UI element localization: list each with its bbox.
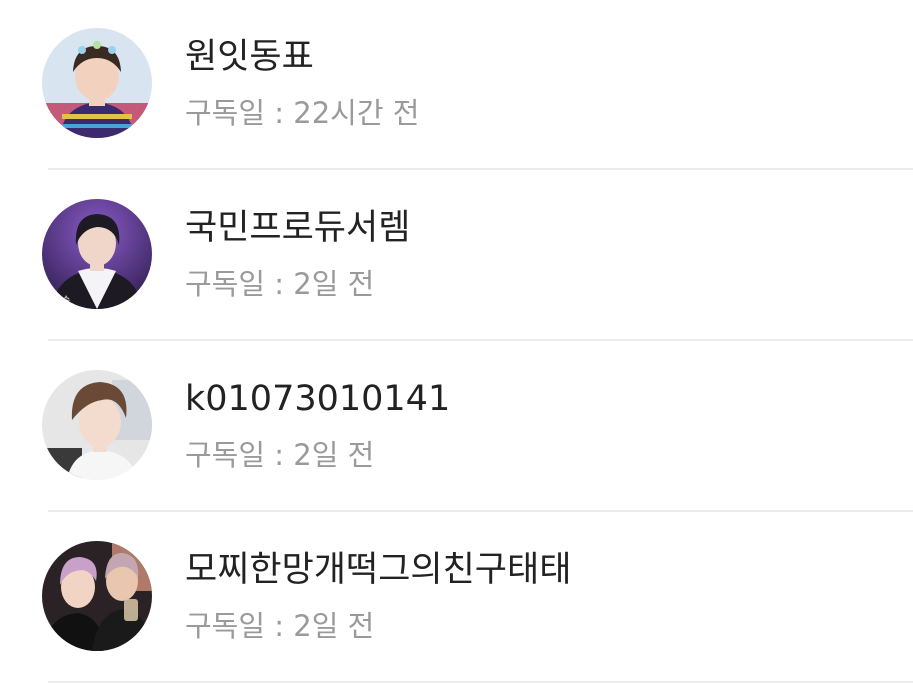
avatar[interactable] <box>42 28 152 138</box>
subscriber-name: 국민프로듀서렘 <box>185 208 411 248</box>
avatar[interactable] <box>42 370 152 480</box>
subscribed-value: 22시간 전 <box>293 96 420 130</box>
avatar[interactable] <box>42 541 152 651</box>
person-photo-icon <box>42 28 152 138</box>
person-photo-icon <box>42 370 152 480</box>
subscribed-value: 2일 전 <box>293 438 375 472</box>
subscriber-row[interactable]: 원잇동표 구독일 : 22시간 전 <box>0 0 913 170</box>
subscriber-name: 원잇동표 <box>185 37 314 77</box>
subscribed-label: 구독일 : <box>185 438 294 472</box>
divider <box>48 681 913 683</box>
subscriber-list: 원잇동표 구독일 : 22시간 전 손 국민프로듀서렘 구독일: 2일 전 k… <box>0 0 913 684</box>
subscribed-value: 2일 전 <box>293 267 375 301</box>
divider <box>48 168 913 170</box>
subscribed-value: 2일 전 <box>293 609 375 643</box>
avatar[interactable]: 손 <box>42 199 152 309</box>
subscriber-row[interactable]: k01073010141 구독일 : 2일 전 <box>0 342 913 512</box>
person-photo-icon: 손 <box>42 199 152 309</box>
svg-text:손: 손 <box>62 295 70 306</box>
subscriber-name: k01073010141 <box>185 379 451 419</box>
subscribed-date: 구독일 : 2일 전 <box>185 437 374 473</box>
subscribed-label: 구독일 : <box>185 267 294 301</box>
subscriber-row[interactable]: 손 국민프로듀서렘 구독일 : 2일 전 <box>0 171 913 341</box>
subscribed-label: 구독일 : <box>185 96 294 130</box>
person-photo-icon <box>42 541 152 651</box>
subscriber-row[interactable]: 모찌한망개떡그의친구태태 구독일 : 2일 전 <box>0 513 913 683</box>
divider <box>48 339 913 341</box>
subscribed-date: 구독일 : 2일 전 <box>185 608 374 644</box>
subscribed-date: 구독일 : 22시간 전 <box>185 95 419 131</box>
subscriber-name: 모찌한망개떡그의친구태태 <box>185 550 572 590</box>
divider <box>48 510 913 512</box>
subscribed-label: 구독일 : <box>185 609 294 643</box>
subscribed-date: 구독일 : 2일 전 <box>185 266 374 302</box>
